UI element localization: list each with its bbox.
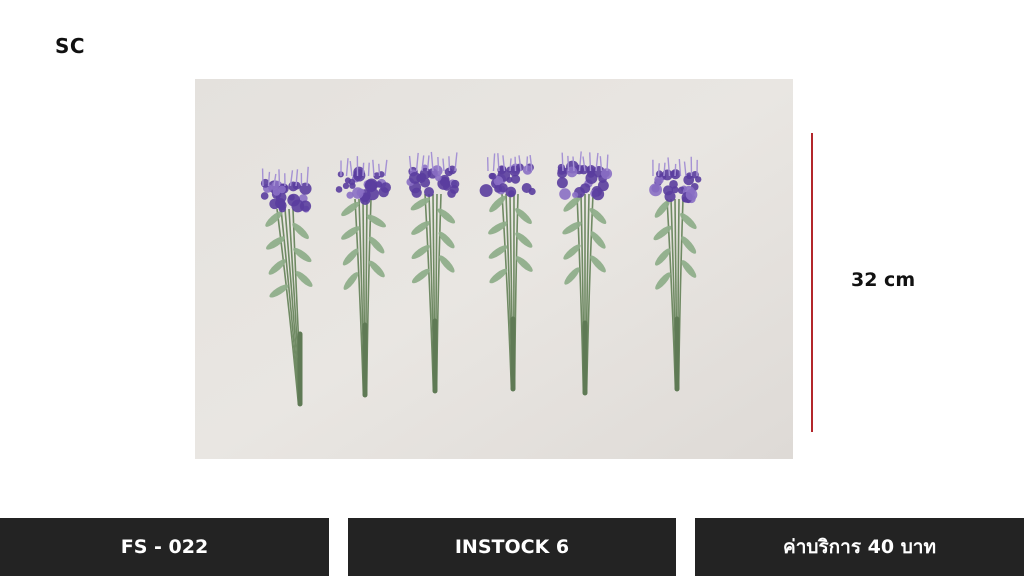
- service-fee-bar: ค่าบริการ 40 บาท: [695, 518, 1024, 576]
- brand-logo-text: SC: [55, 34, 86, 58]
- product-photo: [195, 79, 793, 459]
- product-code-bar: FS - 022: [0, 518, 329, 576]
- stock-text: INSTOCK 6: [454, 536, 570, 558]
- product-code-text: FS - 022: [120, 536, 209, 558]
- height-label: 32 cm: [851, 269, 916, 291]
- height-indicator-line: [811, 133, 813, 432]
- lavender-image: [195, 79, 793, 459]
- stock-bar: INSTOCK 6: [348, 518, 676, 576]
- service-fee-text: ค่าบริการ 40 บาท: [783, 536, 936, 558]
- product-card: SC 32 cm FS - 022 INSTOCK 6 ค่าบริการ 40…: [0, 0, 1024, 576]
